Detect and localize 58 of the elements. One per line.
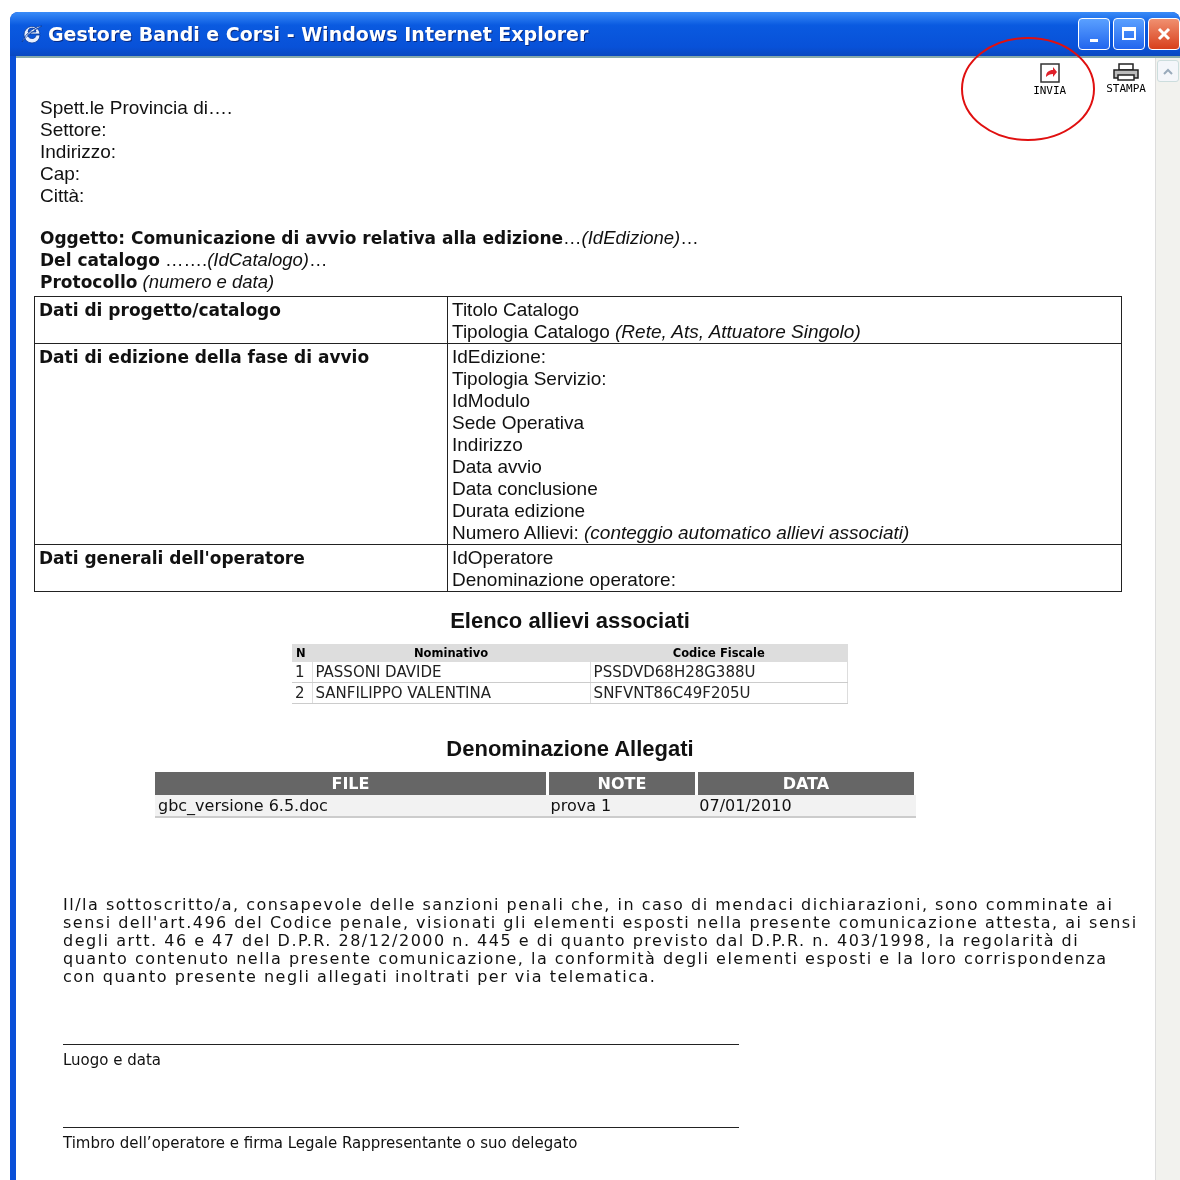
table-cell: SNFVNT86C49F205U [590, 682, 848, 704]
address-line: Indirizzo: [40, 141, 118, 163]
send-icon [1038, 62, 1061, 84]
window-title: Gestore Bandi e Corsi - Windows Internet Explorer [48, 23, 589, 45]
field-label: Data conclusione [452, 478, 599, 500]
column-header: N [292, 644, 312, 662]
field-label: Tipologia Catalogo (Rete, Ats, Attuatore Singolo) [452, 321, 862, 343]
column-header: Codice Fiscale [590, 644, 848, 662]
table-cell: 07/01/2010 [696, 795, 916, 817]
field-label: IdEdizione: [452, 346, 547, 368]
field-label: Durata edizione [452, 500, 587, 522]
signature-caption: Timbro dell’operatore e firma Legale Rappresentante o suo delegato [63, 1134, 579, 1152]
declaration-paragraph: Il/la sottoscritto/a, consapevole delle sanzioni penali che, in caso di mendaci dichiarazioni, sono comminate ai sensi dell'art.496 del Codice penale, visionati gli elementi esposti nella presente comunicazione attesta, ai sensi degli artt. 46 e 47 del D.P.R. 28/12/2000 n. 445 e di quanto previsto dal D.P.R. n. 403/1998, la regolarità di quanto contenuto nella presente comunicazione, la conformità degli elementi esposti e la loro corrispondenza con quanto presente negli allegati inoltrati per via telematica. [63, 896, 1139, 986]
column-header: FILE [155, 772, 548, 795]
section-label: Dati generali dell'operatore [39, 548, 305, 568]
minimize-icon [1090, 38, 1098, 42]
table-cell: PASSONI DAVIDE [312, 662, 591, 683]
field-label: IdOperatore [452, 547, 555, 569]
section-heading: Denominazione Allegati [446, 736, 694, 762]
field-label: Numero Allievi: (conteggio automatico allievi associati) [452, 522, 911, 544]
browser-logo-icon [20, 22, 44, 46]
table-cell: prova 1 [547, 795, 697, 817]
scrollbar[interactable] [1155, 58, 1180, 1180]
table-cell: 1 [292, 662, 312, 683]
column-header: DATA [696, 772, 916, 795]
signature-caption: Luogo e data [63, 1051, 163, 1069]
table-cell: 2 [292, 682, 312, 704]
section-label: Dati di progetto/catalogo [39, 300, 281, 320]
section-label: Dati di edizione della fase di avvio [39, 347, 370, 367]
column-header: NOTE [547, 772, 697, 795]
close-icon [1156, 26, 1172, 42]
subject-line: Protocollo (numero e data) [40, 271, 276, 293]
address-line: Settore: [40, 119, 108, 141]
field-label: Tipologia Servizio: [452, 368, 608, 390]
table-cell: SANFILIPPO VALENTINA [312, 682, 591, 704]
minimize-button[interactable] [1078, 18, 1110, 50]
subject-line: Oggetto: Comunicazione di avvio relativa alla edizione…(IdEdizione)… [40, 227, 700, 249]
field-label: Titolo Catalogo [452, 299, 581, 321]
section-heading: Elenco allievi associati [450, 608, 690, 634]
field-label: Data avvio [452, 456, 543, 478]
maximize-button[interactable] [1113, 18, 1145, 50]
table-cell: gbc_versione 6.5.doc [155, 795, 548, 817]
field-label: Denominazione operatore: [452, 569, 677, 591]
table-cell: PSSDVD68H28G388U [590, 662, 848, 683]
maximize-icon [1121, 26, 1137, 42]
address-line: Cap: [40, 163, 82, 185]
field-label: Indirizzo [452, 434, 524, 456]
print-button[interactable]: STAMPA [1106, 62, 1146, 97]
close-button[interactable] [1148, 18, 1180, 50]
column-header: Nominativo [312, 644, 591, 662]
subject-line: Del catalogo …….(IdCatalogo)… [40, 249, 329, 271]
send-button[interactable]: INVIA [1033, 62, 1067, 97]
field-label: IdModulo [452, 390, 532, 412]
address-line: Spett.le Provincia di…. [40, 97, 234, 119]
address-line: Città: [40, 185, 86, 207]
caret-up-icon [1162, 67, 1174, 75]
field-label: Sede Operativa [452, 412, 586, 434]
printer-icon [1111, 62, 1142, 82]
